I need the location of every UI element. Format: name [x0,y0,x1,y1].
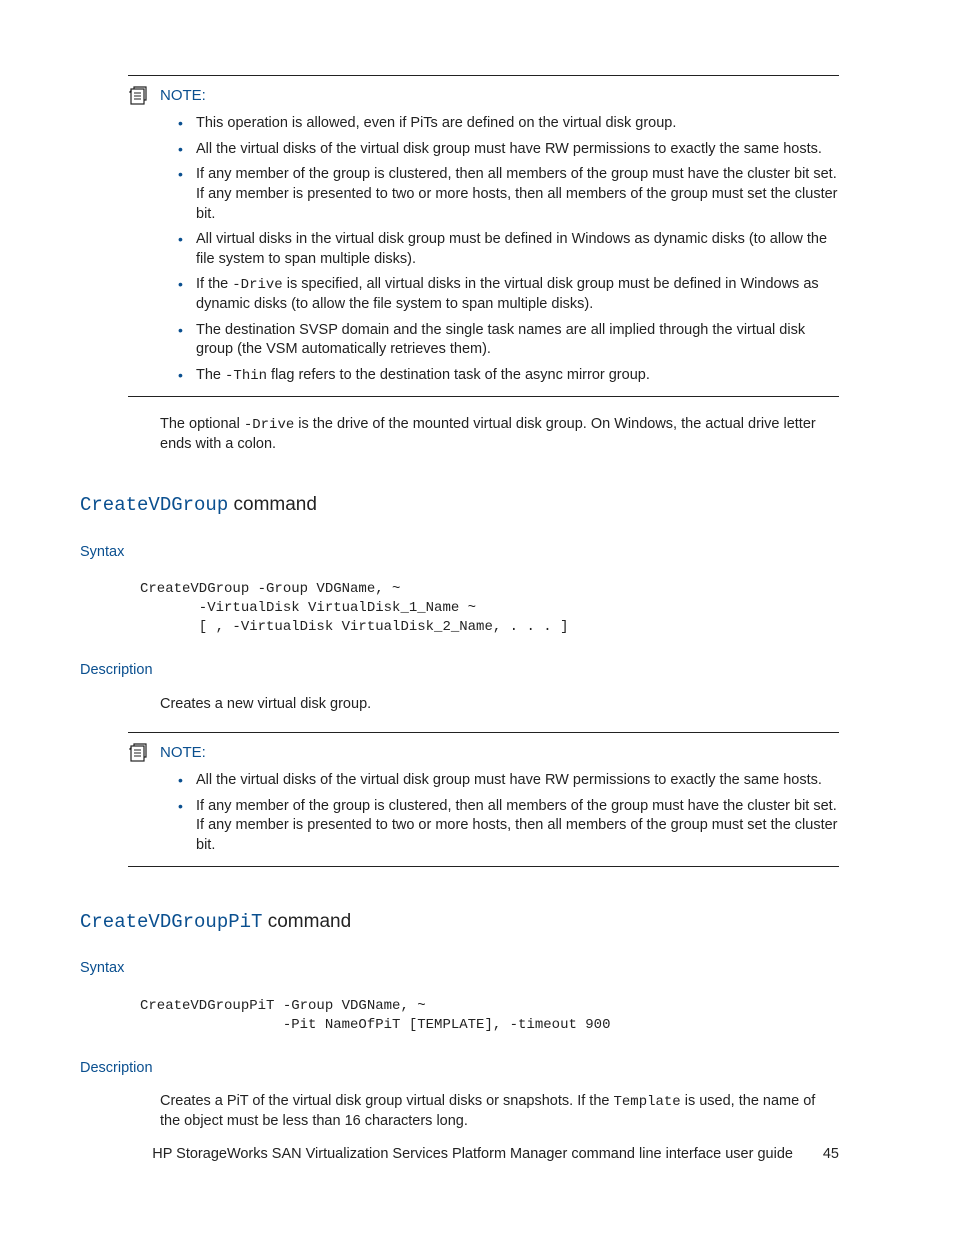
list-item: If any member of the group is clustered,… [178,165,839,224]
list-item: If any member of the group is clustered,… [178,797,839,856]
text: If the [196,276,232,292]
list-item: All virtual disks in the virtual disk gr… [178,230,839,269]
text: The optional [160,416,244,432]
note-header: NOTE: [128,743,839,763]
text: is specified, all virtual disks in the v… [196,276,819,312]
page-number: 45 [797,1145,839,1165]
section-heading-createvdgrouppit: CreateVDGroupPiT command [80,909,839,936]
syntax-code: CreateVDGroup -Group VDGName, ~ -Virtual… [140,580,839,637]
text: The [196,367,225,383]
list-item: All the virtual disks of the virtual dis… [178,140,839,160]
note-label: NOTE: [160,86,206,106]
code-inline: -Thin [225,368,267,384]
note-header: NOTE: [128,86,839,106]
section-heading-createvdgroup: CreateVDGroup command [80,492,839,519]
syntax-label: Syntax [80,543,839,563]
text: flag refers to the destination task of t… [267,367,650,383]
description-label: Description [80,661,839,681]
note-list: This operation is allowed, even if PiTs … [178,114,839,385]
syntax-label: Syntax [80,959,839,979]
command-name: CreateVDGroupPiT [80,911,262,933]
footer-text: HP StorageWorks SAN Virtualization Servi… [152,1146,793,1162]
list-item: The -Thin flag refers to the destination… [178,366,839,386]
paragraph: The optional -Drive is the drive of the … [160,415,839,454]
list-item: This operation is allowed, even if PiTs … [178,114,839,134]
divider [128,866,839,867]
code-inline: -Drive [244,417,294,433]
list-item: The destination SVSP domain and the sing… [178,321,839,360]
list-item: All the virtual disks of the virtual dis… [178,771,839,791]
description-label: Description [80,1059,839,1079]
description-text: Creates a PiT of the virtual disk group … [160,1092,839,1131]
code-inline: Template [613,1094,680,1110]
divider [128,75,839,76]
divider [128,732,839,733]
note-icon [128,743,150,763]
note-block-2: NOTE: All the virtual disks of the virtu… [128,732,839,867]
page-footer: HP StorageWorks SAN Virtualization Servi… [80,1145,839,1165]
note-label: NOTE: [160,743,206,763]
description-text: Creates a new virtual disk group. [160,695,839,715]
heading-suffix: command [228,494,317,515]
heading-suffix: command [262,911,351,932]
note-block-1: NOTE: This operation is allowed, even if… [128,75,839,397]
command-name: CreateVDGroup [80,494,228,516]
note-icon [128,86,150,106]
text: Creates a PiT of the virtual disk group … [160,1093,613,1109]
syntax-code: CreateVDGroupPiT -Group VDGName, ~ -Pit … [140,997,839,1035]
note-list: All the virtual disks of the virtual dis… [178,771,839,855]
divider [128,396,839,397]
list-item: If the -Drive is specified, all virtual … [178,275,839,314]
code-inline: -Drive [232,277,282,293]
